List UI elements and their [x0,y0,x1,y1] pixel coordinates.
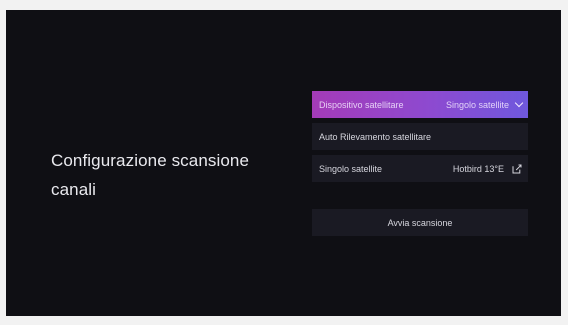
satellite-device-value: Singolo satellite [445,99,509,110]
edit-icon[interactable] [512,164,522,174]
page-title: Configurazione scansione canali [51,151,250,199]
single-satellite-value: Hotbird 13°E [452,163,504,174]
chevron-down-icon [514,98,524,108]
start-scan-button[interactable]: Avvia scansione [312,209,528,236]
single-satellite-option[interactable]: Singolo satellite Hotbird 13°E [312,155,528,182]
tv-screen: Configurazione scansione canali Disposit… [6,10,561,316]
settings-panel: Dispositivo satellitare Singolo satellit… [312,91,528,236]
satellite-device-value-group: Singolo satellite [445,98,524,110]
satellite-device-label: Dispositivo satellitare [319,99,404,110]
auto-detect-satellite-option[interactable]: Auto Rilevamento satellitare [312,123,528,150]
single-satellite-label: Singolo satellite [319,163,383,174]
single-satellite-value-group: Hotbird 13°E [453,164,522,174]
auto-detect-satellite-label: Auto Rilevamento satellitare [319,131,432,142]
satellite-device-selector[interactable]: Dispositivo satellitare Singolo satellit… [312,91,528,118]
